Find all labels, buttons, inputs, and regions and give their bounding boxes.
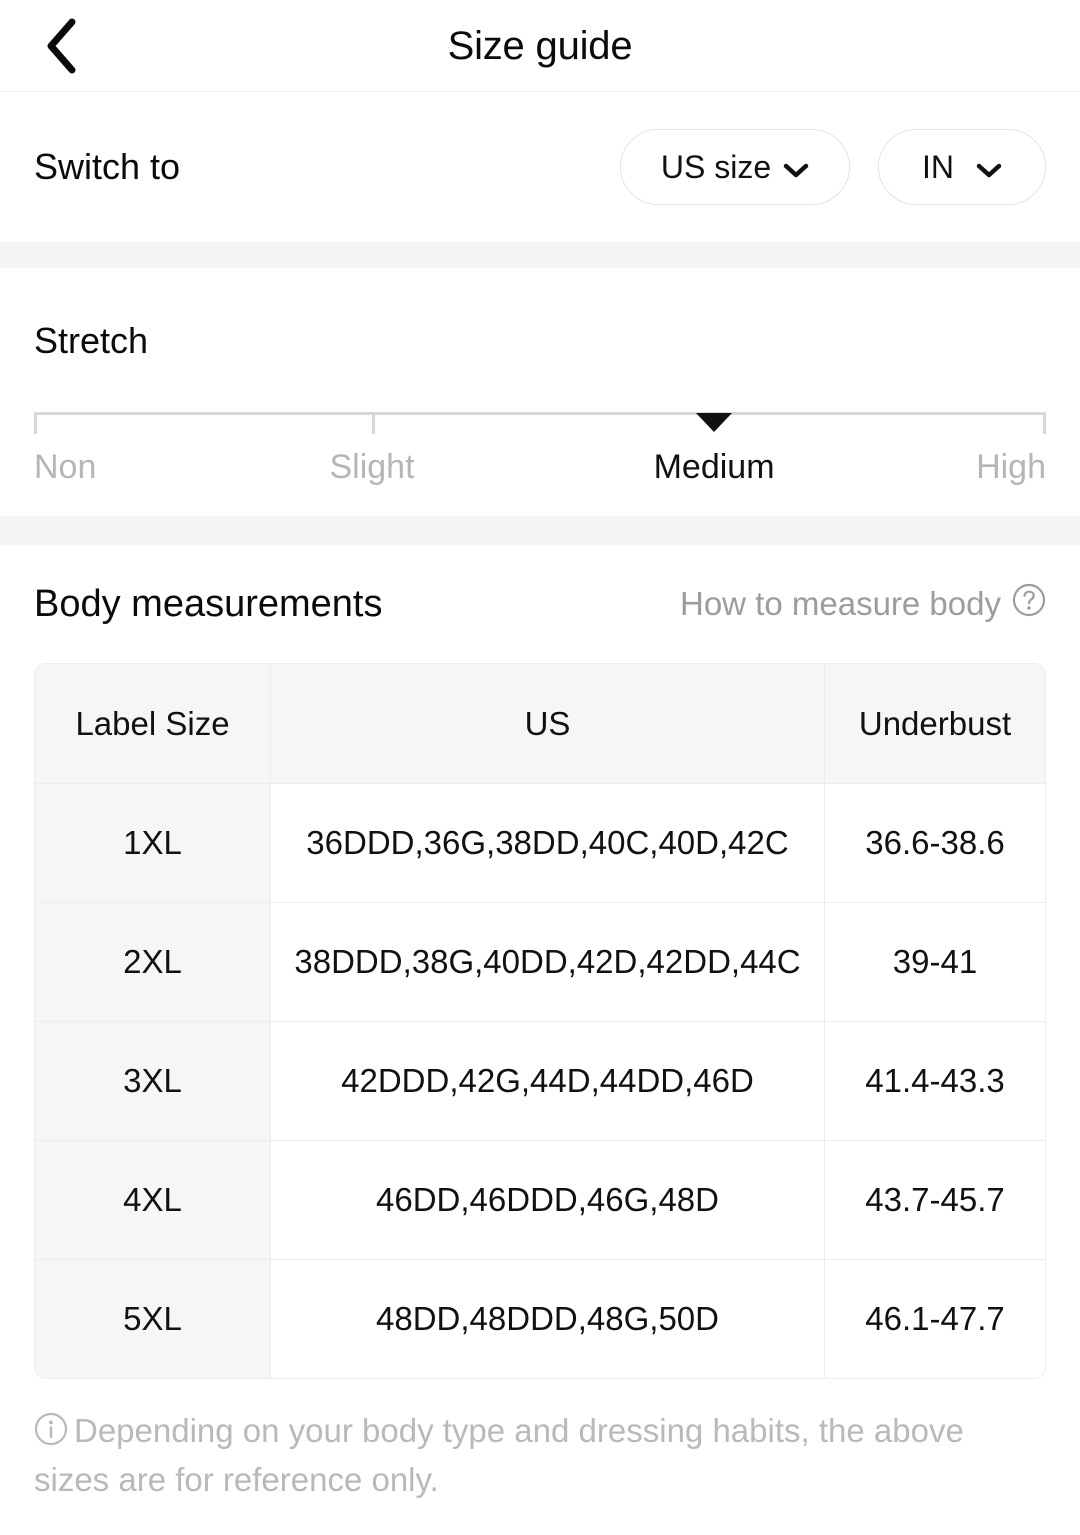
unit-value: IN <box>922 148 954 185</box>
cell-label-size: 1XL <box>35 784 271 902</box>
size-system-dropdown[interactable]: US size <box>620 129 850 205</box>
size-system-value: US size <box>660 148 772 185</box>
size-guide-screen: Size guide Switch to US size IN Stretch … <box>0 0 1080 1535</box>
column-header-label-size: Label Size <box>35 664 271 783</box>
cell-underbust: 39-41 <box>825 903 1045 1021</box>
stretch-title: Stretch <box>34 320 149 361</box>
table-row: 2XL 38DDD,38G,40DD,42D,42DD,44C 39-41 <box>35 903 1045 1022</box>
cell-us: 36DDD,36G,38DD,40C,40D,42C <box>271 784 825 902</box>
size-table: Label Size US Underbust 1XL 36DDD,36G,38… <box>34 663 1046 1379</box>
switch-to-row: Switch to US size IN <box>0 92 1080 242</box>
how-to-measure-body-label: How to measure body <box>680 585 1001 622</box>
switch-controls: US size IN <box>620 129 1046 205</box>
page-title: Size guide <box>447 23 633 68</box>
stretch-level-high: High <box>976 448 1046 486</box>
stretch-tick-mid <box>372 412 375 434</box>
app-header: Size guide <box>0 0 1080 92</box>
disclaimer-note: Depending on your body type and dressing… <box>0 1379 1080 1502</box>
question-circle-icon <box>1012 583 1046 625</box>
table-row: 3XL 42DDD,42G,44D,44DD,46D 41.4-43.3 <box>35 1022 1045 1141</box>
table-header-row: Label Size US Underbust <box>35 664 1045 784</box>
body-measurements-section: Body measurements How to measure body La… <box>0 545 1080 1379</box>
column-header-us: US <box>271 664 825 783</box>
cell-us: 38DDD,38G,40DD,42D,42DD,44C <box>271 903 825 1021</box>
switch-to-label: Switch to <box>34 146 181 187</box>
disclaimer-text: Depending on your body type and dressing… <box>34 1412 964 1498</box>
table-row: 1XL 36DDD,36G,38DD,40C,40D,42C 36.6-38.6 <box>35 784 1045 903</box>
cell-underbust: 43.7-45.7 <box>825 1141 1045 1259</box>
cell-label-size: 2XL <box>35 903 271 1021</box>
stretch-tick-end <box>1043 412 1046 434</box>
section-divider-band <box>0 242 1080 268</box>
column-header-underbust: Underbust <box>825 664 1045 783</box>
info-circle-icon <box>34 1412 68 1458</box>
unit-dropdown[interactable]: IN <box>878 129 1046 205</box>
chevron-down-icon <box>783 149 809 186</box>
stretch-level-medium: Medium <box>653 448 775 486</box>
cell-label-size: 4XL <box>35 1141 271 1259</box>
cell-underbust: 36.6-38.6 <box>825 784 1045 902</box>
cell-label-size: 3XL <box>35 1022 271 1140</box>
cell-label-size: 5XL <box>35 1260 271 1378</box>
how-to-measure-body-link[interactable]: How to measure body <box>680 583 1046 625</box>
back-button[interactable] <box>26 0 96 92</box>
stretch-section: Stretch Non Slight Medium High <box>0 268 1080 516</box>
chevron-down-icon <box>976 149 1002 186</box>
cell-us: 46DD,46DDD,46G,48D <box>271 1141 825 1259</box>
triangle-down-marker <box>696 413 733 432</box>
stretch-tick-start <box>34 412 37 434</box>
table-row: 4XL 46DD,46DDD,46G,48D 43.7-45.7 <box>35 1141 1045 1260</box>
stretch-track <box>34 412 1046 415</box>
cell-underbust: 46.1-47.7 <box>825 1260 1045 1378</box>
chevron-left-icon <box>44 18 78 74</box>
cell-underbust: 41.4-43.3 <box>825 1022 1045 1140</box>
body-measurements-title: Body measurements <box>34 582 383 625</box>
stretch-level-non: Non <box>34 448 97 486</box>
stretch-level-slight: Slight <box>329 448 415 486</box>
cell-us: 42DDD,42G,44D,44DD,46D <box>271 1022 825 1140</box>
body-measurements-header: Body measurements How to measure body <box>34 545 1046 663</box>
cell-us: 48DD,48DDD,48G,50D <box>271 1260 825 1378</box>
stretch-scale: Non Slight Medium High <box>34 412 1046 522</box>
table-row: 5XL 48DD,48DDD,48G,50D 46.1-47.7 <box>35 1260 1045 1378</box>
